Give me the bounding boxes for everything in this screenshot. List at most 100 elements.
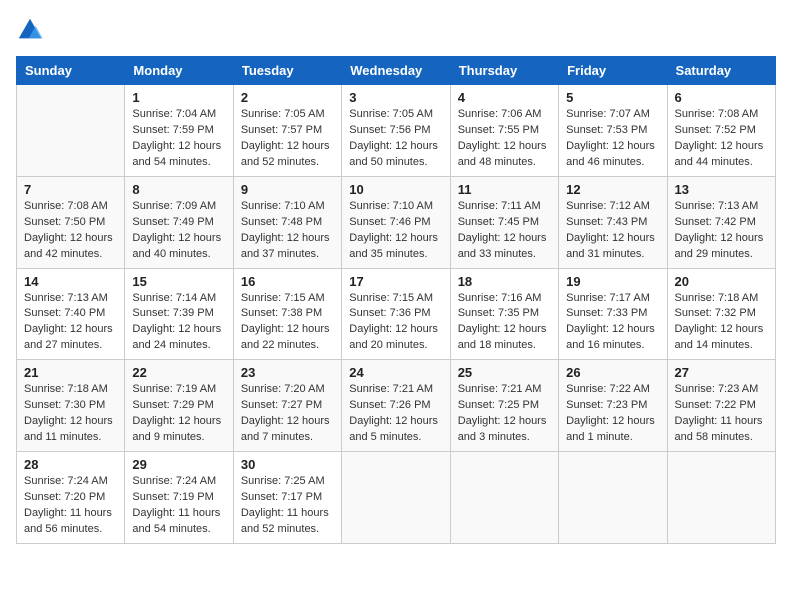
day-number: 28 <box>24 457 117 472</box>
calendar-week-row: 21 Sunrise: 7:18 AM Sunset: 7:30 PM Dayli… <box>17 360 776 452</box>
day-info: Sunrise: 7:20 AM Sunset: 7:27 PM Dayligh… <box>241 382 334 446</box>
day-number: 6 <box>675 90 768 105</box>
calendar-cell: 9 Sunrise: 7:10 AM Sunset: 7:48 PM Daylig… <box>233 176 341 268</box>
day-info: Sunrise: 7:18 AM Sunset: 7:30 PM Dayligh… <box>24 382 117 446</box>
calendar-cell: 17Sunrise: 7:15 AM Sunset: 7:36 PM Dayli… <box>342 268 450 360</box>
calendar-week-row: 7 Sunrise: 7:08 AM Sunset: 7:50 PM Daylig… <box>17 176 776 268</box>
calendar-cell <box>342 452 450 544</box>
calendar-week-row: 1 Sunrise: 7:04 AM Sunset: 7:59 PM Daylig… <box>17 85 776 177</box>
day-info: Sunrise: 7:13 AM Sunset: 7:42 PM Dayligh… <box>675 199 768 263</box>
day-number: 5 <box>566 90 659 105</box>
calendar-table: SundayMondayTuesdayWednesdayThursdayFrid… <box>16 56 776 544</box>
weekday-header: Saturday <box>667 57 775 85</box>
calendar-cell: 26 Sunrise: 7:22 AM Sunset: 7:23 PM Dayli… <box>559 360 667 452</box>
day-number: 26 <box>566 365 659 380</box>
calendar-cell: 15Sunrise: 7:14 AM Sunset: 7:39 PM Dayli… <box>125 268 233 360</box>
day-number: 24 <box>349 365 442 380</box>
day-number: 2 <box>241 90 334 105</box>
day-info: Sunrise: 7:12 AM Sunset: 7:43 PM Dayligh… <box>566 199 659 263</box>
calendar-cell: 20 Sunrise: 7:18 AM Sunset: 7:32 PM Dayli… <box>667 268 775 360</box>
day-number: 21 <box>24 365 117 380</box>
calendar-cell: 11 Sunrise: 7:11 AM Sunset: 7:45 PM Dayli… <box>450 176 558 268</box>
day-number: 11 <box>458 182 551 197</box>
calendar-cell: 1 Sunrise: 7:04 AM Sunset: 7:59 PM Daylig… <box>125 85 233 177</box>
day-number: 20 <box>675 274 768 289</box>
calendar-cell: 5 Sunrise: 7:07 AM Sunset: 7:53 PM Daylig… <box>559 85 667 177</box>
calendar-header-row: SundayMondayTuesdayWednesdayThursdayFrid… <box>17 57 776 85</box>
day-info: Sunrise: 7:15 AM Sunset: 7:38 PM Dayligh… <box>241 291 334 355</box>
calendar-cell: 4 Sunrise: 7:06 AM Sunset: 7:55 PM Daylig… <box>450 85 558 177</box>
day-number: 1 <box>132 90 225 105</box>
day-info: Sunrise: 7:13 AM Sunset: 7:40 PM Dayligh… <box>24 291 117 355</box>
calendar-cell: 23 Sunrise: 7:20 AM Sunset: 7:27 PM Dayli… <box>233 360 341 452</box>
day-info: Sunrise: 7:05 AM Sunset: 7:56 PM Dayligh… <box>349 107 442 171</box>
day-number: 18 <box>458 274 551 289</box>
weekday-header: Tuesday <box>233 57 341 85</box>
day-info: Sunrise: 7:25 AM Sunset: 7:17 PM Dayligh… <box>241 474 334 538</box>
day-info: Sunrise: 7:22 AM Sunset: 7:23 PM Dayligh… <box>566 382 659 446</box>
page-header <box>16 16 776 44</box>
day-number: 13 <box>675 182 768 197</box>
calendar-cell <box>17 85 125 177</box>
calendar-cell: 6Sunrise: 7:08 AM Sunset: 7:52 PM Daylig… <box>667 85 775 177</box>
day-info: Sunrise: 7:04 AM Sunset: 7:59 PM Dayligh… <box>132 107 225 171</box>
calendar-cell <box>667 452 775 544</box>
day-number: 8 <box>132 182 225 197</box>
calendar-cell <box>450 452 558 544</box>
day-info: Sunrise: 7:11 AM Sunset: 7:45 PM Dayligh… <box>458 199 551 263</box>
calendar-cell: 30Sunrise: 7:25 AM Sunset: 7:17 PM Dayli… <box>233 452 341 544</box>
day-number: 19 <box>566 274 659 289</box>
day-info: Sunrise: 7:16 AM Sunset: 7:35 PM Dayligh… <box>458 291 551 355</box>
calendar-cell <box>559 452 667 544</box>
day-number: 16 <box>241 274 334 289</box>
day-number: 15 <box>132 274 225 289</box>
calendar-cell: 16 Sunrise: 7:15 AM Sunset: 7:38 PM Dayli… <box>233 268 341 360</box>
weekday-header: Monday <box>125 57 233 85</box>
calendar-cell: 12 Sunrise: 7:12 AM Sunset: 7:43 PM Dayli… <box>559 176 667 268</box>
day-number: 23 <box>241 365 334 380</box>
day-number: 10 <box>349 182 442 197</box>
day-number: 4 <box>458 90 551 105</box>
day-number: 3 <box>349 90 442 105</box>
calendar-week-row: 14 Sunrise: 7:13 AM Sunset: 7:40 PM Dayli… <box>17 268 776 360</box>
calendar-cell: 13 Sunrise: 7:13 AM Sunset: 7:42 PM Dayli… <box>667 176 775 268</box>
calendar-cell: 25 Sunrise: 7:21 AM Sunset: 7:25 PM Dayli… <box>450 360 558 452</box>
day-info: Sunrise: 7:07 AM Sunset: 7:53 PM Dayligh… <box>566 107 659 171</box>
calendar-cell: 27 Sunrise: 7:23 AM Sunset: 7:22 PM Dayli… <box>667 360 775 452</box>
calendar-cell: 19Sunrise: 7:17 AM Sunset: 7:33 PM Dayli… <box>559 268 667 360</box>
calendar-cell: 7 Sunrise: 7:08 AM Sunset: 7:50 PM Daylig… <box>17 176 125 268</box>
day-number: 27 <box>675 365 768 380</box>
day-info: Sunrise: 7:24 AM Sunset: 7:19 PM Dayligh… <box>132 474 225 538</box>
logo-icon <box>16 16 44 44</box>
weekday-header: Friday <box>559 57 667 85</box>
calendar-cell: 29Sunrise: 7:24 AM Sunset: 7:19 PM Dayli… <box>125 452 233 544</box>
calendar-cell: 10 Sunrise: 7:10 AM Sunset: 7:46 PM Dayli… <box>342 176 450 268</box>
calendar-cell: 3 Sunrise: 7:05 AM Sunset: 7:56 PM Daylig… <box>342 85 450 177</box>
calendar-cell: 8Sunrise: 7:09 AM Sunset: 7:49 PM Daylig… <box>125 176 233 268</box>
weekday-header: Sunday <box>17 57 125 85</box>
day-info: Sunrise: 7:19 AM Sunset: 7:29 PM Dayligh… <box>132 382 225 446</box>
day-info: Sunrise: 7:06 AM Sunset: 7:55 PM Dayligh… <box>458 107 551 171</box>
calendar-cell: 22Sunrise: 7:19 AM Sunset: 7:29 PM Dayli… <box>125 360 233 452</box>
day-number: 25 <box>458 365 551 380</box>
day-number: 9 <box>241 182 334 197</box>
calendar-cell: 21 Sunrise: 7:18 AM Sunset: 7:30 PM Dayli… <box>17 360 125 452</box>
calendar-cell: 14 Sunrise: 7:13 AM Sunset: 7:40 PM Dayli… <box>17 268 125 360</box>
day-info: Sunrise: 7:21 AM Sunset: 7:25 PM Dayligh… <box>458 382 551 446</box>
day-info: Sunrise: 7:18 AM Sunset: 7:32 PM Dayligh… <box>675 291 768 355</box>
day-number: 14 <box>24 274 117 289</box>
calendar-week-row: 28 Sunrise: 7:24 AM Sunset: 7:20 PM Dayli… <box>17 452 776 544</box>
day-info: Sunrise: 7:08 AM Sunset: 7:50 PM Dayligh… <box>24 199 117 263</box>
calendar-cell: 28 Sunrise: 7:24 AM Sunset: 7:20 PM Dayli… <box>17 452 125 544</box>
calendar-cell: 18 Sunrise: 7:16 AM Sunset: 7:35 PM Dayli… <box>450 268 558 360</box>
day-number: 7 <box>24 182 117 197</box>
calendar-cell: 2Sunrise: 7:05 AM Sunset: 7:57 PM Daylig… <box>233 85 341 177</box>
logo <box>16 16 48 44</box>
day-info: Sunrise: 7:23 AM Sunset: 7:22 PM Dayligh… <box>675 382 768 446</box>
day-info: Sunrise: 7:10 AM Sunset: 7:46 PM Dayligh… <box>349 199 442 263</box>
day-info: Sunrise: 7:24 AM Sunset: 7:20 PM Dayligh… <box>24 474 117 538</box>
day-number: 12 <box>566 182 659 197</box>
day-info: Sunrise: 7:10 AM Sunset: 7:48 PM Dayligh… <box>241 199 334 263</box>
calendar-cell: 24Sunrise: 7:21 AM Sunset: 7:26 PM Dayli… <box>342 360 450 452</box>
day-number: 17 <box>349 274 442 289</box>
